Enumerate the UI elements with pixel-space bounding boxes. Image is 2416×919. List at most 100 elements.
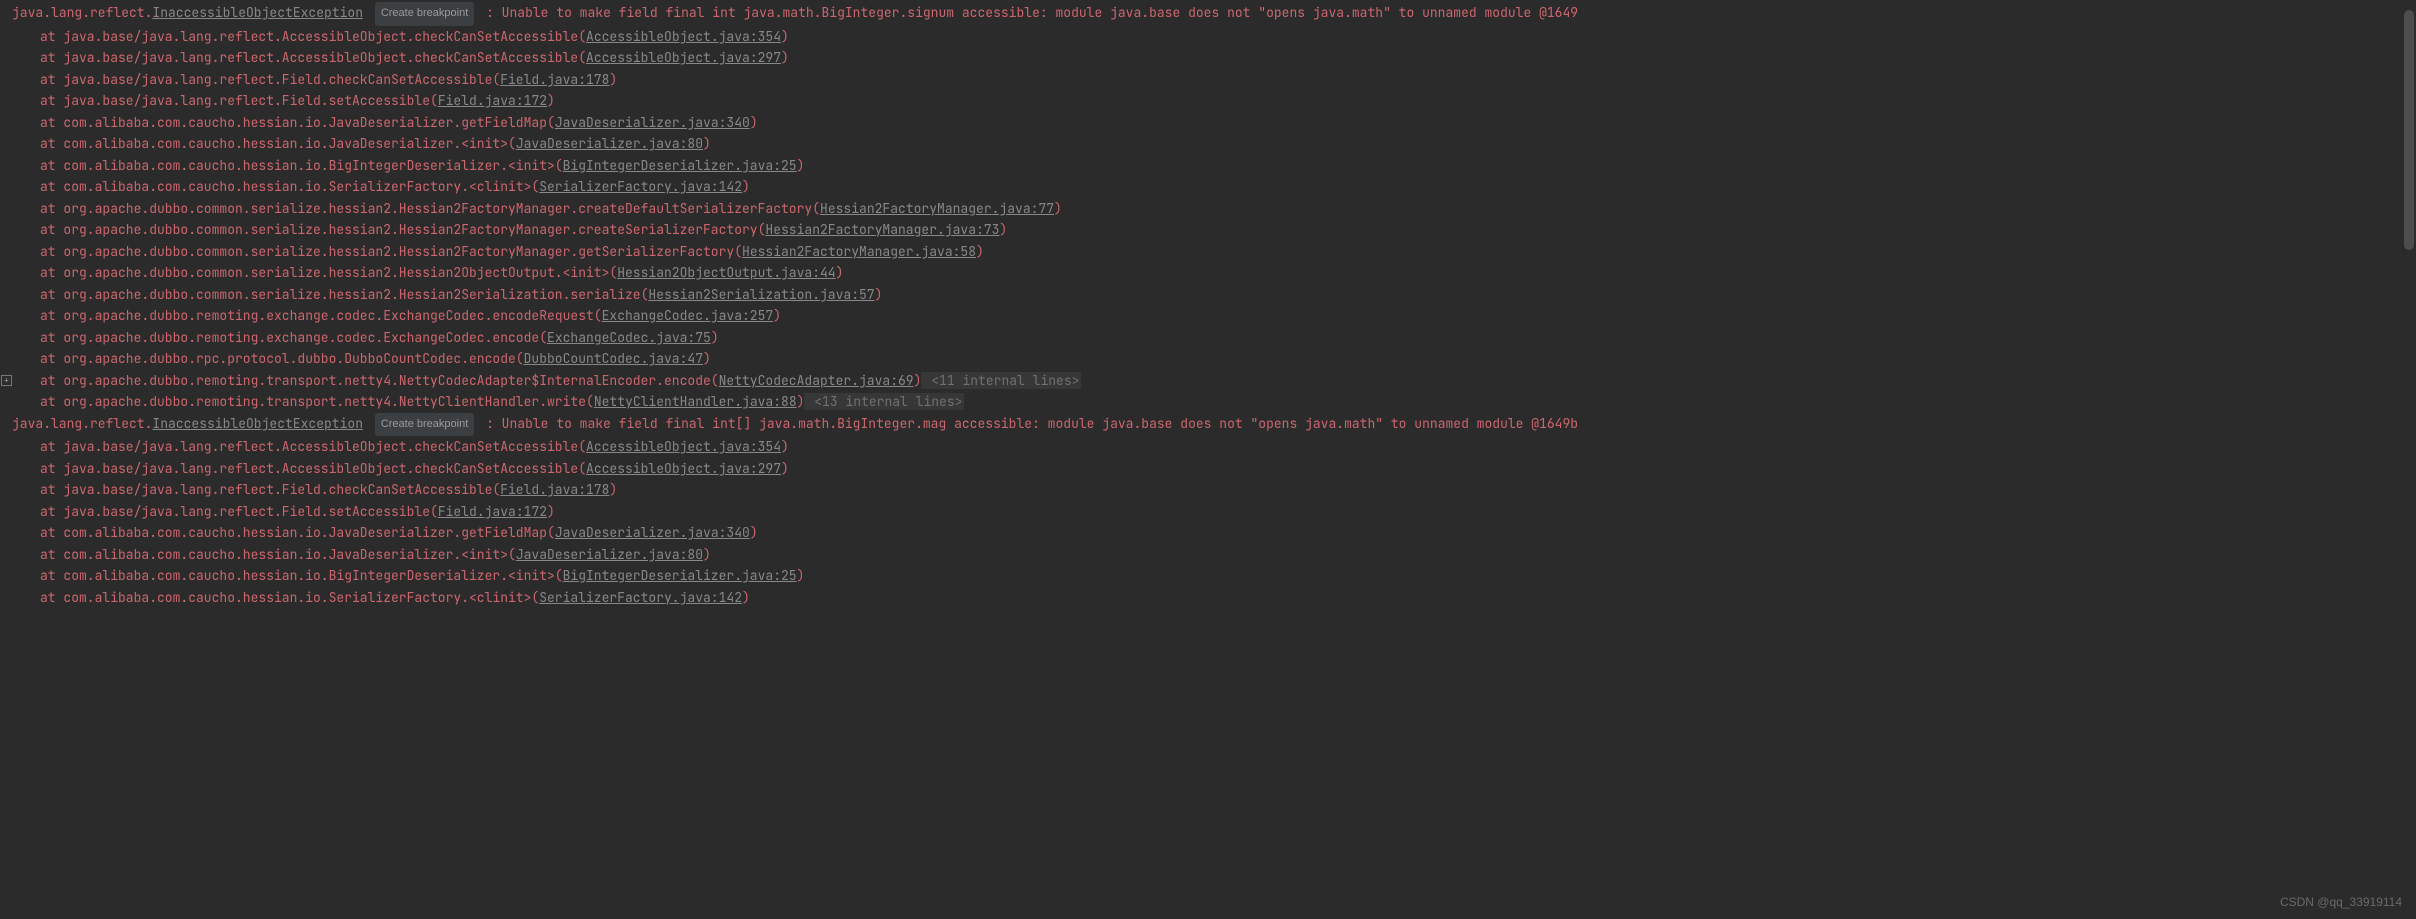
source-link[interactable]: NettyClientHandler.java:88 — [594, 393, 797, 410]
frame-text: at com.alibaba.com.caucho.hessian.io.Jav… — [40, 546, 516, 563]
frame-text: at com.alibaba.com.caucho.hessian.io.Jav… — [40, 114, 555, 131]
frame-text: at com.alibaba.com.caucho.hessian.io.Big… — [40, 567, 563, 584]
frame-after: ) — [609, 481, 617, 498]
stack-frame: at com.alibaba.com.caucho.hessian.io.Big… — [12, 565, 2416, 587]
source-link[interactable]: JavaDeserializer.java:340 — [555, 524, 750, 541]
stack-frame: at org.apache.dubbo.remoting.transport.n… — [12, 391, 2416, 413]
frame-text: at com.alibaba.com.caucho.hessian.io.Ser… — [40, 178, 539, 195]
source-link[interactable]: BigIntegerDeserializer.java:25 — [563, 567, 797, 584]
source-link[interactable]: AccessibleObject.java:354 — [586, 438, 781, 455]
frame-text: at java.base/java.lang.reflect.Field.set… — [40, 92, 438, 109]
source-link[interactable]: Field.java:172 — [438, 503, 547, 520]
source-link[interactable]: Hessian2FactoryManager.java:58 — [742, 243, 976, 260]
source-link[interactable]: Field.java:178 — [500, 71, 609, 88]
stack-frame: at org.apache.dubbo.common.serialize.hes… — [12, 198, 2416, 220]
stack-frame: at java.base/java.lang.reflect.Field.set… — [12, 90, 2416, 112]
source-link[interactable]: NettyCodecAdapter.java:69 — [719, 372, 914, 389]
exception-message: : Unable to make field final int[] java.… — [478, 415, 1578, 432]
frame-text: at java.base/java.lang.reflect.Field.set… — [40, 503, 438, 520]
source-link[interactable]: Field.java:178 — [500, 481, 609, 498]
internal-lines-fold[interactable]: <11 internal lines> — [921, 372, 1081, 389]
source-link[interactable]: ExchangeCodec.java:75 — [547, 329, 711, 346]
stack-frame: at com.alibaba.com.caucho.hessian.io.Jav… — [12, 133, 2416, 155]
exception-class-link[interactable]: InaccessibleObjectException — [152, 415, 363, 432]
source-link[interactable]: JavaDeserializer.java:80 — [516, 546, 703, 563]
frame-text: at java.base/java.lang.reflect.Accessibl… — [40, 28, 586, 45]
frame-text: at org.apache.dubbo.remoting.transport.n… — [40, 393, 594, 410]
source-link[interactable]: DubboCountCodec.java:47 — [524, 350, 703, 367]
fold-toggle-icon[interactable]: + — [1, 375, 12, 386]
frame-after: ) — [781, 460, 789, 477]
source-link[interactable]: AccessibleObject.java:354 — [586, 28, 781, 45]
frame-text: at com.alibaba.com.caucho.hessian.io.Big… — [40, 157, 563, 174]
exception-class-prefix: java.lang.reflect. — [12, 415, 152, 432]
frame-after: ) — [836, 264, 844, 281]
source-link[interactable]: ExchangeCodec.java:257 — [602, 307, 774, 324]
source-link[interactable]: Hessian2Serialization.java:57 — [648, 286, 874, 303]
stack-frame: at org.apache.dubbo.common.serialize.hes… — [12, 241, 2416, 263]
frame-after: ) — [609, 71, 617, 88]
frame-text: at org.apache.dubbo.remoting.exchange.co… — [40, 329, 547, 346]
source-link[interactable]: Hessian2FactoryManager.java:77 — [820, 200, 1054, 217]
frame-after: ) — [547, 92, 555, 109]
stack-frame: at org.apache.dubbo.common.serialize.hes… — [12, 219, 2416, 241]
source-link[interactable]: Hessian2FactoryManager.java:73 — [765, 221, 999, 238]
stack-frame: at com.alibaba.com.caucho.hessian.io.Big… — [12, 155, 2416, 177]
frame-after: ) — [781, 438, 789, 455]
stack-frame: at com.alibaba.com.caucho.hessian.io.Ser… — [12, 587, 2416, 609]
frame-after: ) — [703, 546, 711, 563]
frame-text: at org.apache.dubbo.remoting.transport.n… — [40, 372, 719, 389]
stack-frame: at org.apache.dubbo.remoting.exchange.co… — [12, 305, 2416, 327]
frame-after: ) — [781, 28, 789, 45]
scrollbar-thumb[interactable] — [2404, 10, 2414, 250]
frame-after: ) — [750, 524, 758, 541]
frame-text: at org.apache.dubbo.common.serialize.hes… — [40, 221, 765, 238]
stack-frame: at com.alibaba.com.caucho.hessian.io.Jav… — [12, 522, 2416, 544]
exception-message: : Unable to make field final int java.ma… — [478, 4, 1578, 21]
frame-after: ) — [976, 243, 984, 260]
frame-text: at org.apache.dubbo.common.serialize.hes… — [40, 243, 742, 260]
frame-after: ) — [703, 350, 711, 367]
frame-after: ) — [875, 286, 883, 303]
frame-text: at com.alibaba.com.caucho.hessian.io.Jav… — [40, 135, 516, 152]
stack-frame: at java.base/java.lang.reflect.Field.set… — [12, 501, 2416, 523]
source-link[interactable]: JavaDeserializer.java:80 — [516, 135, 703, 152]
vertical-scrollbar[interactable] — [2404, 0, 2414, 919]
frame-after: ) — [750, 114, 758, 131]
frame-text: at com.alibaba.com.caucho.hessian.io.Jav… — [40, 524, 555, 541]
frame-after: ) — [999, 221, 1007, 238]
source-link[interactable]: JavaDeserializer.java:340 — [555, 114, 750, 131]
frame-text: at org.apache.dubbo.rpc.protocol.dubbo.D… — [40, 350, 524, 367]
exception-header: java.lang.reflect.InaccessibleObjectExce… — [12, 413, 2416, 437]
frame-after: ) — [1054, 200, 1062, 217]
stack-frame: at java.base/java.lang.reflect.Accessibl… — [12, 26, 2416, 48]
source-link[interactable]: AccessibleObject.java:297 — [586, 49, 781, 66]
create-breakpoint-button[interactable]: Create breakpoint — [375, 413, 474, 437]
source-link[interactable]: BigIntegerDeserializer.java:25 — [563, 157, 797, 174]
frame-after: ) — [797, 157, 805, 174]
source-link[interactable]: SerializerFactory.java:142 — [539, 589, 742, 606]
stack-frame: at java.base/java.lang.reflect.Field.che… — [12, 69, 2416, 91]
frame-after: ) — [703, 135, 711, 152]
watermark-text: CSDN @qq_33919114 — [2280, 892, 2402, 914]
source-link[interactable]: AccessibleObject.java:297 — [586, 460, 781, 477]
stack-frame: at org.apache.dubbo.rpc.protocol.dubbo.D… — [12, 348, 2416, 370]
internal-lines-fold[interactable]: <13 internal lines> — [804, 393, 964, 410]
source-link[interactable]: Hessian2ObjectOutput.java:44 — [617, 264, 835, 281]
console-output: java.lang.reflect.InaccessibleObjectExce… — [0, 0, 2416, 608]
frame-after: ) — [742, 178, 750, 195]
frame-text: at org.apache.dubbo.common.serialize.hes… — [40, 286, 648, 303]
frame-text: at java.base/java.lang.reflect.Accessibl… — [40, 460, 586, 477]
stack-frame: at org.apache.dubbo.remoting.exchange.co… — [12, 327, 2416, 349]
frame-text: at java.base/java.lang.reflect.Accessibl… — [40, 438, 586, 455]
exception-class-link[interactable]: InaccessibleObjectException — [152, 4, 363, 21]
frame-text: at com.alibaba.com.caucho.hessian.io.Ser… — [40, 589, 539, 606]
frame-after: ) — [742, 589, 750, 606]
create-breakpoint-button[interactable]: Create breakpoint — [375, 2, 474, 26]
source-link[interactable]: SerializerFactory.java:142 — [539, 178, 742, 195]
frame-after: ) — [797, 567, 805, 584]
stack-frame: at java.base/java.lang.reflect.Field.che… — [12, 479, 2416, 501]
source-link[interactable]: Field.java:172 — [438, 92, 547, 109]
frame-after: ) — [711, 329, 719, 346]
exception-class-prefix: java.lang.reflect. — [12, 4, 152, 21]
